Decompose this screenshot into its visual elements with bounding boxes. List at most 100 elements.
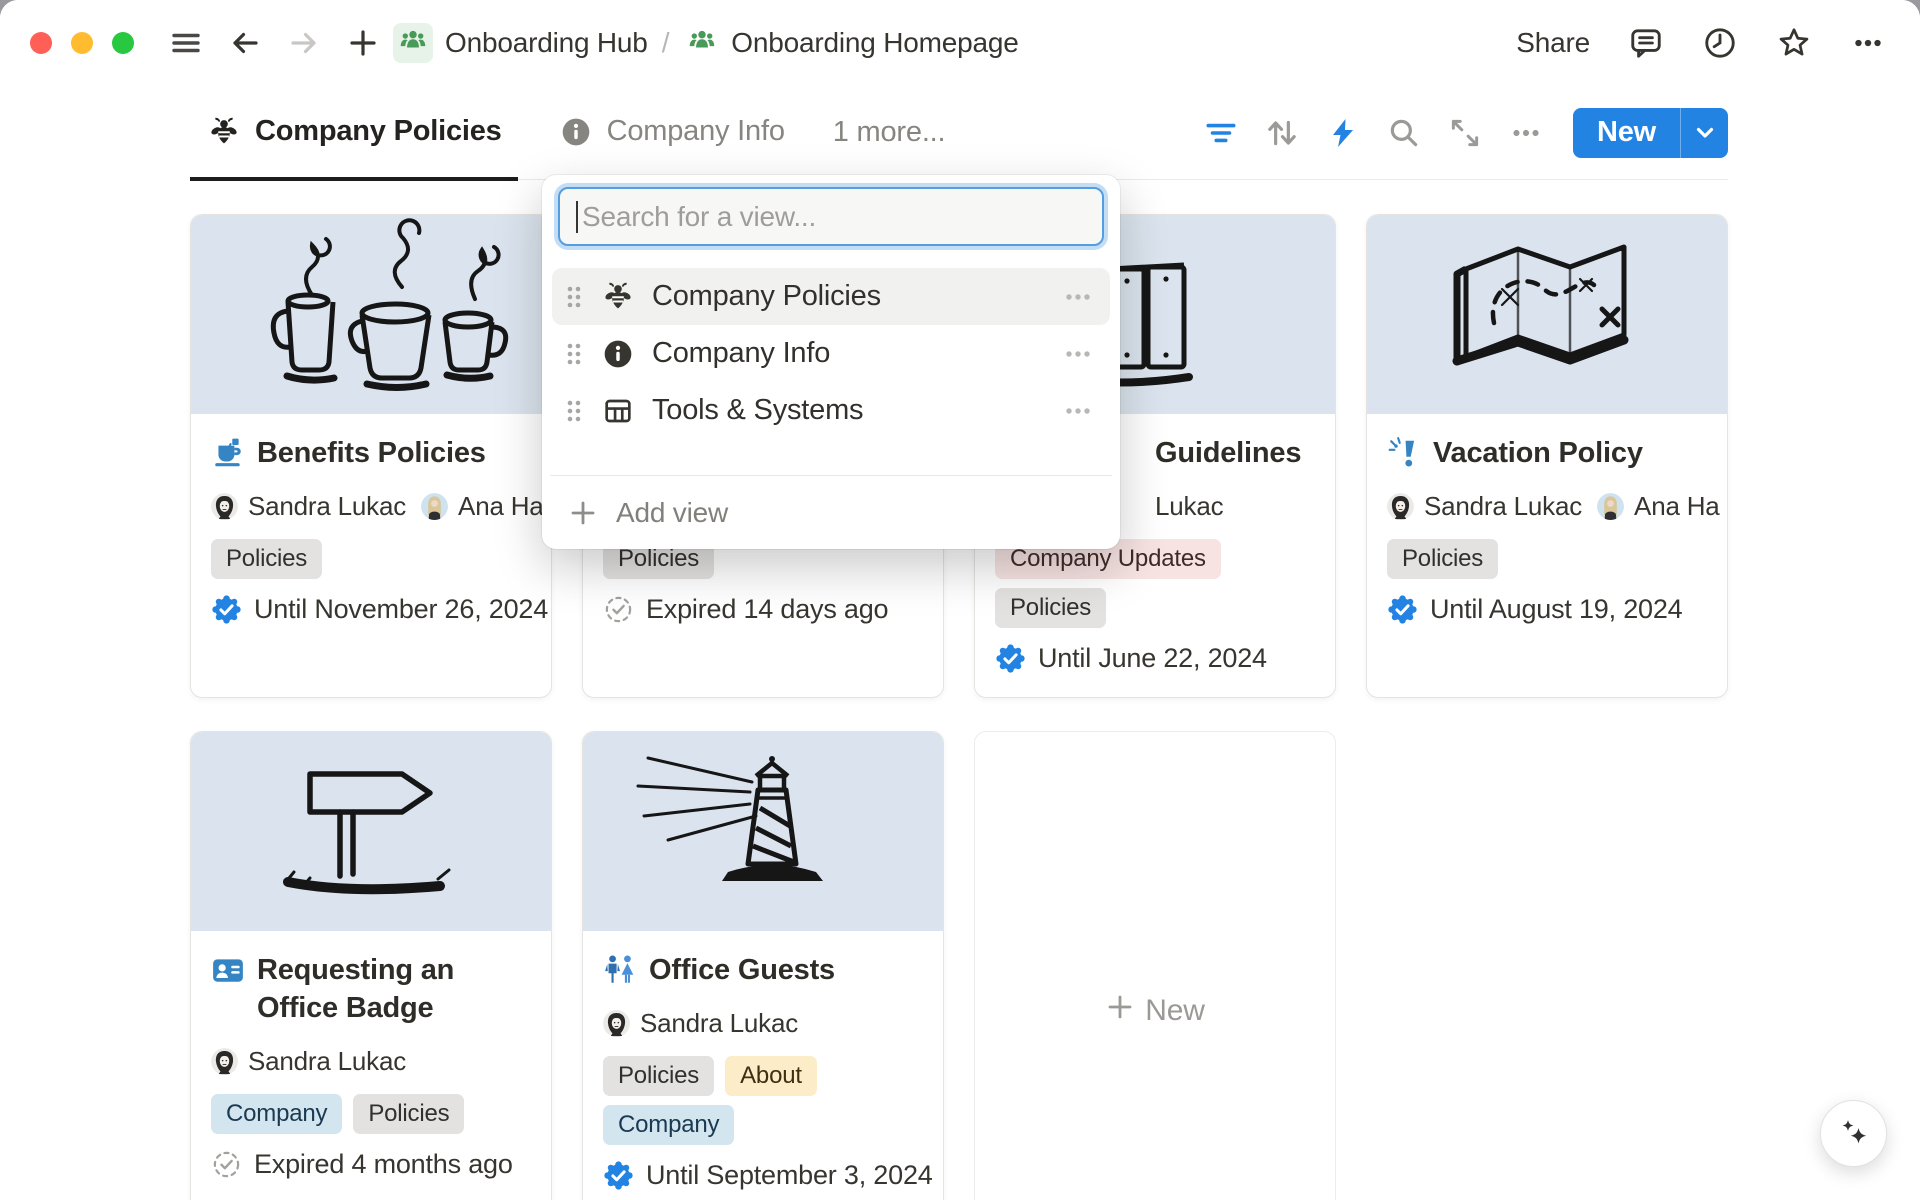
tag-row: Company	[603, 1105, 923, 1145]
person-name: Sandra Lukac	[248, 1046, 406, 1077]
forward-arrow-icon[interactable]	[286, 25, 322, 61]
card-people: Sandra Lukac	[603, 1006, 937, 1040]
view-search-input[interactable]	[580, 200, 1086, 234]
tag-row: Policies	[211, 539, 531, 579]
gallery-card[interactable]: Office Guests Sandra Lukac PoliciesAbout…	[582, 731, 944, 1200]
view-list-item[interactable]: Company Policies	[552, 268, 1110, 325]
favorite-star-icon[interactable]	[1776, 25, 1812, 61]
expand-view-icon[interactable]	[1447, 115, 1483, 151]
card-date: Until June 22, 2024	[995, 643, 1315, 674]
drag-handle-icon[interactable]	[564, 282, 586, 312]
tag: Policies	[995, 588, 1106, 628]
card-date-text: Until August 19, 2024	[1430, 594, 1683, 625]
sidebar-menu-icon[interactable]	[168, 25, 204, 61]
card-date: Until November 26, 2024	[211, 594, 531, 625]
drag-handle-icon[interactable]	[564, 396, 586, 426]
tab-label: Company Info	[607, 115, 785, 148]
verified-badge-icon	[603, 1160, 634, 1191]
sort-icon[interactable]	[1264, 115, 1300, 151]
tab-company-policies[interactable]: Company Policies	[190, 86, 518, 181]
view-item-ellipsis-icon[interactable]	[1058, 337, 1098, 371]
back-arrow-icon[interactable]	[227, 25, 263, 61]
comments-icon[interactable]	[1628, 25, 1664, 61]
search-icon[interactable]	[1386, 115, 1422, 151]
text-cursor	[576, 201, 578, 233]
card-body: Office Guests Sandra Lukac PoliciesAbout…	[583, 931, 943, 1191]
history-clock-icon[interactable]	[1702, 25, 1738, 61]
bee-icon	[600, 279, 636, 315]
view-switcher-dropdown: Company Policies Company Info Tools & Sy…	[542, 175, 1120, 549]
person-name: Sandra Lukac	[640, 1008, 798, 1039]
avatar	[211, 1048, 238, 1075]
view-list-item-label: Company Policies	[652, 280, 1058, 313]
avatar	[1387, 493, 1414, 520]
card-cover	[583, 732, 943, 931]
lighthouse-illustration	[582, 732, 944, 931]
signpost-illustration	[190, 732, 552, 931]
gallery-card[interactable]: Requesting an Office Badge Sandra Lukac …	[190, 731, 552, 1200]
view-search-field[interactable]	[558, 187, 1104, 246]
id-badge-icon	[211, 953, 245, 987]
coffee-cup-icon	[211, 436, 245, 470]
office-guests-icon	[603, 953, 637, 987]
view-item-ellipsis-icon[interactable]	[1058, 394, 1098, 428]
new-page-plus-icon[interactable]	[345, 25, 381, 61]
drag-handle-icon[interactable]	[564, 339, 586, 369]
gallery-card[interactable]: Benefits Policies Sandra LukacAna Ha Pol…	[190, 214, 552, 698]
plus-icon	[568, 498, 598, 528]
card-body: Vacation Policy Sandra LukacAna Hau Poli…	[1367, 414, 1727, 625]
bee-icon	[206, 114, 242, 150]
card-cover	[191, 215, 551, 414]
view-list-item-label: Company Info	[652, 337, 1058, 370]
card-cover	[191, 732, 551, 931]
share-button[interactable]: Share	[1516, 27, 1590, 59]
add-view-label: Add view	[616, 497, 728, 529]
tab-company-info[interactable]: Company Info	[542, 86, 801, 181]
card-body: Benefits Policies Sandra LukacAna Ha Pol…	[191, 414, 551, 625]
card-date: Expired 14 days ago	[603, 594, 923, 625]
new-button[interactable]: New	[1573, 108, 1680, 158]
info-icon	[600, 336, 636, 372]
close-window-button[interactable]	[30, 32, 52, 54]
card-date-text: Until September 3, 2024	[646, 1160, 933, 1191]
automations-lightning-icon[interactable]	[1325, 115, 1361, 151]
avatar	[603, 1010, 630, 1037]
card-date-text: Until June 22, 2024	[1038, 643, 1267, 674]
person-name: Ana Ha	[458, 491, 544, 522]
tag: Company	[211, 1094, 342, 1134]
add-view-button[interactable]: Add view	[550, 476, 1112, 549]
tag-row: PoliciesAbout	[603, 1056, 923, 1096]
minimize-window-button[interactable]	[71, 32, 93, 54]
view-list-item-label: Tools & Systems	[652, 394, 1058, 427]
new-card-button[interactable]: New	[974, 731, 1336, 1200]
card-cover	[1367, 215, 1727, 414]
card-title-text: Requesting an Office Badge	[257, 951, 527, 1027]
card-title-text: Office Guests	[649, 951, 835, 989]
breadcrumb-item-onboarding-hub[interactable]: Onboarding Hub	[445, 27, 648, 59]
card-date: Until August 19, 2024	[1387, 594, 1707, 625]
card-people: Sandra LukacAna Ha	[211, 489, 545, 523]
view-options-ellipsis-icon[interactable]	[1508, 115, 1544, 151]
traffic-lights	[30, 32, 134, 54]
card-date-text: Until November 26, 2024	[254, 594, 548, 625]
gallery-card[interactable]: Vacation Policy Sandra LukacAna Hau Poli…	[1366, 214, 1728, 698]
notion-window: Onboarding Hub / Onboarding Homepage Sha…	[0, 0, 1920, 1200]
view-item-ellipsis-icon[interactable]	[1058, 280, 1098, 314]
more-options-icon[interactable]	[1850, 25, 1886, 61]
filter-icon[interactable]	[1203, 115, 1239, 151]
teamspace-people-group-icon[interactable]	[393, 23, 433, 63]
card-date-text: Expired 14 days ago	[646, 594, 888, 625]
breadcrumb-item-onboarding-homepage[interactable]: Onboarding Homepage	[731, 27, 1018, 59]
zoom-window-button[interactable]	[112, 32, 134, 54]
breadcrumb-separator: /	[662, 27, 670, 59]
more-views-button[interactable]: 1 more...	[825, 86, 954, 179]
tag: Company	[603, 1105, 734, 1145]
ai-sparkles-button[interactable]	[1820, 1100, 1887, 1167]
card-body: Requesting an Office Badge Sandra Lukac …	[191, 931, 551, 1180]
page-people-group-icon	[683, 24, 721, 62]
view-list-item[interactable]: Tools & Systems	[552, 382, 1110, 439]
view-list-item[interactable]: Company Info	[552, 325, 1110, 382]
card-people: Sandra LukacAna Hau	[1387, 489, 1721, 523]
new-button-chevron-down-icon[interactable]	[1680, 108, 1728, 158]
person-name: Ana Hau	[1634, 491, 1721, 522]
